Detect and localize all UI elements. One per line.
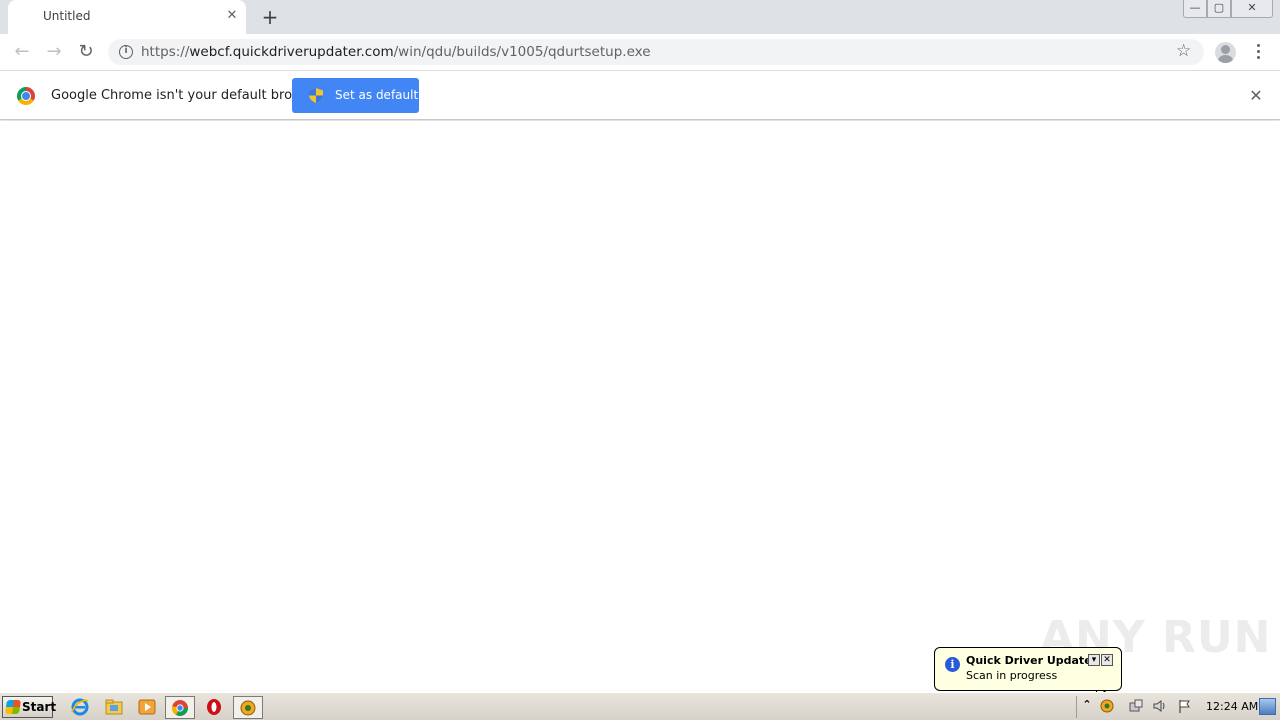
minimize-icon: — (1189, 1, 1201, 14)
url-path: /win/qdu/builds/v1005/qdurtsetup.exe (393, 44, 651, 60)
taskbar-clock[interactable]: 12:24 AM (1206, 700, 1258, 713)
default-browser-infobar: Google Chrome isn't your default browser… (0, 72, 1280, 120)
site-info-icon[interactable]: i (119, 45, 133, 59)
forward-button[interactable]: → (42, 40, 66, 64)
infobar-close-icon[interactable]: ✕ (1246, 86, 1266, 106)
back-button[interactable]: ← (10, 40, 34, 64)
close-icon: ✕ (1247, 1, 1257, 14)
page-content (0, 121, 1280, 692)
tab-strip: Untitled ✕ + — ▢ ✕ (0, 0, 1280, 34)
maximize-button[interactable]: ▢ (1207, 0, 1231, 18)
url-scheme: https:// (141, 44, 190, 60)
volume-icon[interactable] (1152, 698, 1168, 714)
browser-toolbar: ← → ↻ i https://webcf.quickdriverupdater… (0, 34, 1280, 71)
show-hidden-icons-button[interactable]: ⌃ (1079, 698, 1095, 714)
maximize-icon: ▢ (1213, 1, 1225, 14)
balloon-close-icon[interactable]: ✕ (1101, 654, 1113, 666)
show-desktop-button[interactable] (1259, 698, 1276, 715)
taskbar: Start ⌃ 12:24 AM (0, 692, 1280, 720)
quick-driver-updater-tray-icon[interactable] (1099, 698, 1115, 714)
new-tab-button[interactable]: + (258, 5, 282, 29)
set-as-default-label: Set as default (335, 88, 419, 102)
bookmark-star-icon[interactable]: ☆ (1176, 41, 1191, 61)
url-text[interactable]: https://webcf.quickdriverupdater.com/win… (141, 44, 651, 60)
file-explorer-icon[interactable] (104, 697, 124, 717)
chrome-logo-icon (171, 700, 188, 716)
action-center-flag-icon[interactable] (1177, 698, 1193, 714)
set-as-default-button[interactable]: Set as default (292, 78, 419, 113)
opera-icon[interactable] (204, 697, 224, 717)
chrome-logo-icon (17, 87, 35, 105)
balloon-options-icon[interactable]: ▾ (1088, 654, 1100, 666)
taskbar-quick-driver-updater-button[interactable] (233, 696, 263, 719)
network-icon[interactable] (1128, 698, 1144, 714)
kebab-menu-icon[interactable] (1251, 41, 1265, 63)
address-bar[interactable]: i https://webcf.quickdriverupdater.com/w… (108, 39, 1204, 65)
internet-explorer-icon[interactable] (70, 697, 90, 717)
info-icon: i (945, 657, 960, 672)
tab-title: Untitled (43, 9, 91, 23)
infobar-message: Google Chrome isn't your default browser (51, 88, 323, 103)
start-button[interactable]: Start (2, 696, 57, 718)
minimize-button[interactable]: — (1183, 0, 1207, 18)
profile-icon[interactable] (1215, 42, 1236, 63)
tab-untitled[interactable]: Untitled ✕ (8, 0, 246, 34)
notification-balloon[interactable]: i Quick Driver Updater Scan in progress … (934, 647, 1122, 691)
windows-logo-icon (5, 700, 21, 714)
quick-driver-updater-icon (240, 700, 256, 716)
close-window-button[interactable]: ✕ (1231, 0, 1273, 18)
media-player-icon[interactable] (137, 697, 157, 717)
balloon-text: Scan in progress (966, 669, 1058, 682)
taskbar-chrome-button[interactable] (165, 696, 195, 719)
shield-icon (309, 88, 323, 103)
tray-separator (1076, 696, 1077, 718)
balloon-title: Quick Driver Updater (966, 654, 1098, 667)
reload-button[interactable]: ↻ (74, 40, 98, 64)
start-label: Start (22, 700, 57, 714)
url-host: webcf.quickdriverupdater.com (189, 44, 394, 60)
tab-close-icon[interactable]: ✕ (224, 8, 240, 24)
